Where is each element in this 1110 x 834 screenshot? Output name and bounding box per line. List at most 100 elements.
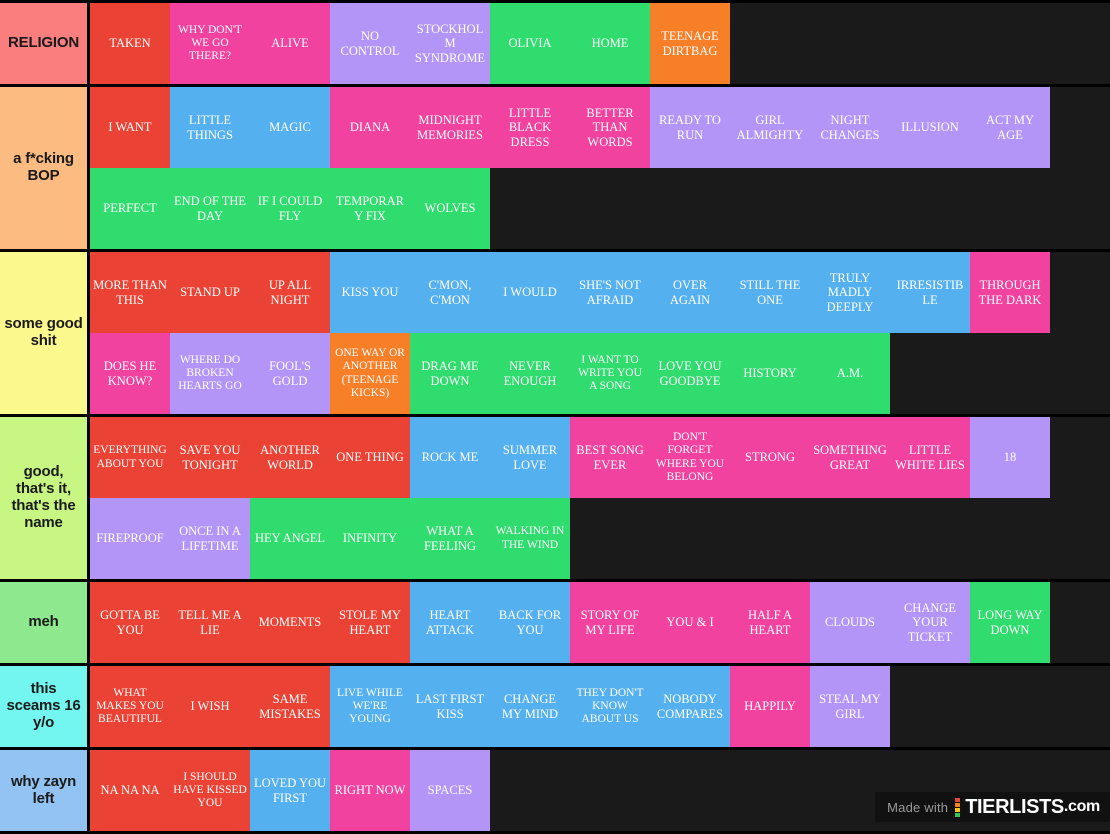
tier-item[interactable]: I WANT TO WRITE YOU A SONG	[570, 333, 650, 414]
tier-item[interactable]: WOLVES	[410, 168, 490, 249]
tier-item[interactable]: 18	[970, 417, 1050, 498]
tier-item[interactable]: MORE THAN THIS	[90, 252, 170, 333]
tier-label[interactable]: good, that's it, that's the name	[0, 417, 90, 579]
tier-item[interactable]: GIRL ALMIGHTY	[730, 87, 810, 168]
tier-item[interactable]: I WISH	[170, 666, 250, 747]
tier-item[interactable]: LITTLE THINGS	[170, 87, 250, 168]
tier-label[interactable]: a f*cking BOP	[0, 87, 90, 249]
tier-item[interactable]: RIGHT NOW	[330, 750, 410, 831]
tier-item[interactable]: I WOULD	[490, 252, 570, 333]
tier-item[interactable]: KISS YOU	[330, 252, 410, 333]
tier-item[interactable]: MAGIC	[250, 87, 330, 168]
tier-item[interactable]: NO CONTROL	[330, 3, 410, 84]
tier-item[interactable]: READY TO RUN	[650, 87, 730, 168]
tier-item[interactable]: STOCKHOLM SYNDROME	[410, 3, 490, 84]
tier-item[interactable]: ACT MY AGE	[970, 87, 1050, 168]
tier-item[interactable]: I SHOULD HAVE KISSED YOU	[170, 750, 250, 831]
watermark-badge[interactable]: Made with TIERLISTS .com	[875, 792, 1110, 822]
tier-item[interactable]: IRRESISTIBLE	[890, 252, 970, 333]
tier-item[interactable]: WHAT A FEELING	[410, 498, 490, 579]
tier-item[interactable]: GOTTA BE YOU	[90, 582, 170, 663]
tier-item[interactable]: TRULY MADLY DEEPLY	[810, 252, 890, 333]
tier-item[interactable]: SHE'S NOT AFRAID	[570, 252, 650, 333]
tier-item[interactable]: HEART ATTACK	[410, 582, 490, 663]
tier-label[interactable]: some good shit	[0, 252, 90, 414]
tier-item[interactable]: WHAT MAKES YOU BEAUTIFUL	[90, 666, 170, 747]
tier-item[interactable]: MOMENTS	[250, 582, 330, 663]
tier-item[interactable]: C'MON, C'MON	[410, 252, 490, 333]
tier-item[interactable]: END OF THE DAY	[170, 168, 250, 249]
tier-item[interactable]: TELL ME A LIE	[170, 582, 250, 663]
tier-item[interactable]: OLIVIA	[490, 3, 570, 84]
tier-item[interactable]: FIREPROOF	[90, 498, 170, 579]
tier-item[interactable]: STAND UP	[170, 252, 250, 333]
tier-item[interactable]: TEMPORARY FIX	[330, 168, 410, 249]
tier-item[interactable]: LONG WAY DOWN	[970, 582, 1050, 663]
tier-item[interactable]: ONE THING	[330, 417, 410, 498]
tier-item[interactable]: LITTLE WHITE LIES	[890, 417, 970, 498]
tier-item[interactable]: THEY DON'T KNOW ABOUT US	[570, 666, 650, 747]
tier-item[interactable]: A.M.	[810, 333, 890, 414]
tier-item[interactable]: ONE WAY OR ANOTHER (TEENAGE KICKS)	[330, 333, 410, 414]
tier-item[interactable]: IF I COULD FLY	[250, 168, 330, 249]
tier-label[interactable]: RELIGION	[0, 3, 90, 84]
tier-item[interactable]: DON'T FORGET WHERE YOU BELONG	[650, 417, 730, 498]
tier-item[interactable]: ALIVE	[250, 3, 330, 84]
tier-item[interactable]: SPACES	[410, 750, 490, 831]
tier-item[interactable]: HOME	[570, 3, 650, 84]
tier-item[interactable]: UP ALL NIGHT	[250, 252, 330, 333]
tier-item[interactable]: NEVER ENOUGH	[490, 333, 570, 414]
tier-item[interactable]: STILL THE ONE	[730, 252, 810, 333]
tier-label[interactable]: meh	[0, 582, 90, 663]
tier-item[interactable]: LAST FIRST KISS	[410, 666, 490, 747]
tier-label[interactable]: why zayn left	[0, 750, 90, 831]
tier-item[interactable]: ROCK ME	[410, 417, 490, 498]
tier-item[interactable]: CHANGE MY MIND	[490, 666, 570, 747]
tier-item[interactable]: SAVE YOU TONIGHT	[170, 417, 250, 498]
tier-item[interactable]: LOVED YOU FIRST	[250, 750, 330, 831]
tier-item[interactable]: HISTORY	[730, 333, 810, 414]
tier-item[interactable]: WALKING IN THE WIND	[490, 498, 570, 579]
tier-item[interactable]: THROUGH THE DARK	[970, 252, 1050, 333]
tier-item[interactable]: FOOL'S GOLD	[250, 333, 330, 414]
tier-item[interactable]: OVER AGAIN	[650, 252, 730, 333]
tier-item[interactable]: BETTER THAN WORDS	[570, 87, 650, 168]
tier-label[interactable]: this sceams 16 y/o	[0, 666, 90, 747]
tier-item[interactable]: PERFECT	[90, 168, 170, 249]
tier-item[interactable]: I WANT	[90, 87, 170, 168]
tier-item[interactable]: ANOTHER WORLD	[250, 417, 330, 498]
tier-item[interactable]: STORY OF MY LIFE	[570, 582, 650, 663]
tier-item[interactable]: BACK FOR YOU	[490, 582, 570, 663]
tier-item[interactable]: STRONG	[730, 417, 810, 498]
tier-item[interactable]: LITTLE BLACK DRESS	[490, 87, 570, 168]
tier-item[interactable]: NIGHT CHANGES	[810, 87, 890, 168]
tier-item[interactable]: YOU & I	[650, 582, 730, 663]
tier-item[interactable]: HALF A HEART	[730, 582, 810, 663]
tier-item[interactable]: MIDNIGHT MEMORIES	[410, 87, 490, 168]
tier-item[interactable]: TAKEN	[90, 3, 170, 84]
tier-item[interactable]: NA NA NA	[90, 750, 170, 831]
tier-item[interactable]: SUMMER LOVE	[490, 417, 570, 498]
tier-item[interactable]: HAPPILY	[730, 666, 810, 747]
tier-item[interactable]: SAME MISTAKES	[250, 666, 330, 747]
tier-item[interactable]: LOVE YOU GOODBYE	[650, 333, 730, 414]
tier-item[interactable]: LIVE WHILE WE'RE YOUNG	[330, 666, 410, 747]
tier-item[interactable]: NOBODY COMPARES	[650, 666, 730, 747]
tier-item[interactable]: EVERYTHING ABOUT YOU	[90, 417, 170, 498]
tier-item[interactable]: STEAL MY GIRL	[810, 666, 890, 747]
tier-item[interactable]: ONCE IN A LIFETIME	[170, 498, 250, 579]
tier-item[interactable]: BEST SONG EVER	[570, 417, 650, 498]
tier-item[interactable]: CLOUDS	[810, 582, 890, 663]
tier-item[interactable]: DOES HE KNOW?	[90, 333, 170, 414]
tier-item[interactable]: TEENAGE DIRTBAG	[650, 3, 730, 84]
tier-item[interactable]: WHY DON'T WE GO THERE?	[170, 3, 250, 84]
tier-item[interactable]: DIANA	[330, 87, 410, 168]
tier-item[interactable]: SOMETHING GREAT	[810, 417, 890, 498]
tier-item[interactable]: ILLUSION	[890, 87, 970, 168]
tier-item[interactable]: INFINITY	[330, 498, 410, 579]
tier-item[interactable]: WHERE DO BROKEN HEARTS GO	[170, 333, 250, 414]
tier-item[interactable]: HEY ANGEL	[250, 498, 330, 579]
tier-item[interactable]: DRAG ME DOWN	[410, 333, 490, 414]
tier-item[interactable]: STOLE MY HEART	[330, 582, 410, 663]
tier-item[interactable]: CHANGE YOUR TICKET	[890, 582, 970, 663]
